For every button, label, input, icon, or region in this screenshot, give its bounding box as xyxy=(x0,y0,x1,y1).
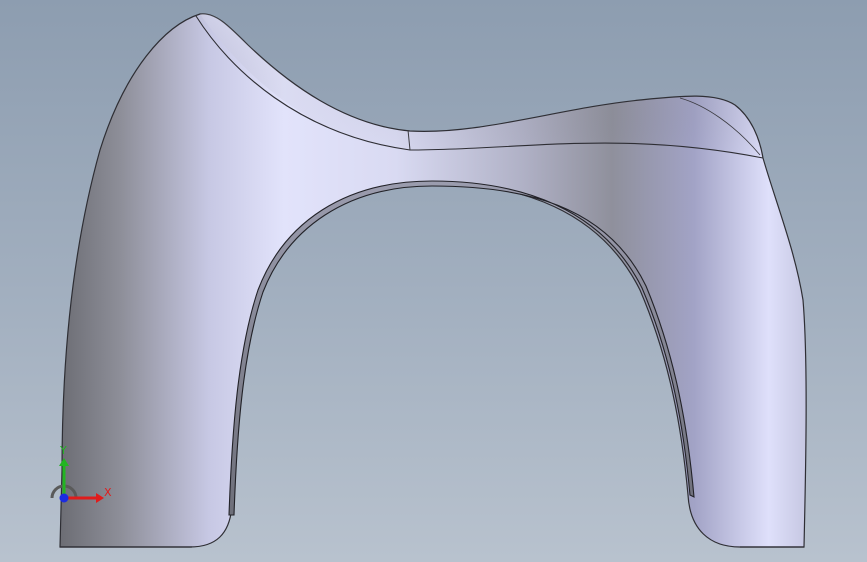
graphics-viewport[interactable]: X Y xyxy=(0,0,867,562)
x-axis-label: X xyxy=(104,486,112,499)
model-canvas[interactable]: X Y xyxy=(0,0,867,562)
y-axis-label: Y xyxy=(59,444,67,457)
arch-body[interactable] xyxy=(59,13,807,548)
z-axis-dot xyxy=(59,493,69,503)
